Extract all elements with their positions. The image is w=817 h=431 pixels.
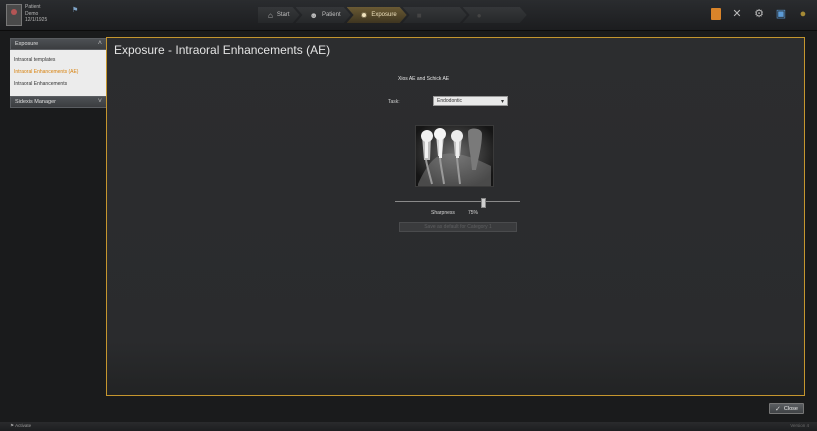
step-next: ■: [403, 7, 467, 23]
step-last: ●: [463, 7, 527, 23]
sidebar-section-sidexis-manager[interactable]: Sidexis Manager ˅: [10, 96, 107, 108]
status-right: Version 4: [790, 423, 809, 428]
close-button-label: Close: [783, 405, 798, 412]
status-left-label: Activate: [15, 423, 32, 428]
step-patient-label: Patient: [321, 12, 341, 18]
close-button[interactable]: ✓ Close: [769, 403, 804, 414]
patient-flag-icon[interactable]: ⚑: [72, 6, 78, 14]
step-start[interactable]: ⌂ Start: [258, 7, 300, 23]
checkmark-icon: ✓: [775, 405, 781, 413]
step-next-icon: ■: [416, 10, 422, 20]
step-patient[interactable]: ☻ Patient: [296, 7, 351, 23]
task-label: Task:: [388, 99, 400, 105]
chevron-up-icon: ˄: [97, 40, 102, 47]
sharpness-slider-track: [395, 201, 520, 202]
patient-text: Patient Demo 12/1/1925: [25, 4, 47, 24]
save-default-button[interactable]: Save as default for Category 1: [399, 222, 517, 232]
sidebar: Exposure ˄ Intraoral templates Intraoral…: [10, 38, 107, 108]
monitor-icon[interactable]: ▣: [775, 8, 787, 20]
chevron-down-icon: ˅: [97, 98, 102, 105]
xray-preview-graphic: [416, 126, 493, 186]
sharpness-slider[interactable]: [395, 198, 520, 208]
sharpness-label: Sharpness: [431, 210, 455, 216]
step-last-icon: ●: [476, 10, 482, 20]
sidebar-item-intraoral-templates[interactable]: Intraoral templates: [10, 54, 107, 66]
patient-info[interactable]: Patient Demo 12/1/1925 ⚑: [6, 4, 94, 26]
sidebar-section-exposure[interactable]: Exposure ˄: [10, 38, 107, 50]
toolbar-icons: ✕ ⚙ ▣ ●: [711, 8, 809, 20]
top-bar: Patient Demo 12/1/1925 ⚑ ⌂ Start ☻ Patie…: [0, 0, 817, 31]
tools-icon[interactable]: ✕: [731, 8, 743, 20]
dropdown-arrow-icon: ▾: [500, 99, 504, 105]
step-start-label: Start: [276, 12, 290, 18]
task-dropdown[interactable]: Endodontic ▾: [433, 96, 508, 106]
status-left[interactable]: ⚑ Activate: [10, 423, 31, 429]
sharpness-value: 75%: [468, 210, 479, 216]
content-heading: Xios AE and Schick AE: [398, 76, 450, 82]
globe-icon[interactable]: ●: [797, 8, 809, 20]
sidebar-section-sidexis-manager-label: Sidexis Manager: [15, 99, 56, 105]
page-title: Exposure - Intraoral Enhancements (AE): [114, 43, 331, 57]
step-exposure[interactable]: ✹ Exposure: [347, 7, 407, 23]
gear-icon[interactable]: ⚙: [753, 8, 765, 20]
sidebar-exposure-list: Intraoral templates Intraoral Enhancemen…: [10, 50, 107, 96]
sharpness-slider-thumb[interactable]: [481, 198, 486, 208]
step-exposure-label: Exposure: [371, 12, 397, 18]
book-icon[interactable]: [711, 8, 721, 20]
patient-photo: [6, 4, 22, 26]
activate-icon: ⚑: [10, 423, 15, 428]
patient-dob: 12/1/1925: [25, 17, 48, 23]
home-icon: ⌂: [268, 10, 273, 20]
task-dropdown-value: Endodontic: [437, 98, 463, 104]
workflow-steps: ⌂ Start ☻ Patient ✹ Exposure ■ ●: [258, 7, 523, 23]
main-panel: Exposure - Intraoral Enhancements (AE) X…: [106, 37, 805, 396]
exposure-icon: ✹: [360, 10, 368, 20]
status-bar: ⚑ Activate Version 4: [0, 422, 817, 431]
xray-preview-image: [415, 125, 494, 187]
sidebar-item-intraoral-enhancements[interactable]: Intraoral Enhancements: [10, 78, 107, 90]
sidebar-section-exposure-label: Exposure: [15, 41, 39, 47]
sidebar-item-intraoral-enhancements-ae[interactable]: Intraoral Enhancements (AE): [10, 66, 107, 78]
person-icon: ☻: [309, 10, 318, 20]
